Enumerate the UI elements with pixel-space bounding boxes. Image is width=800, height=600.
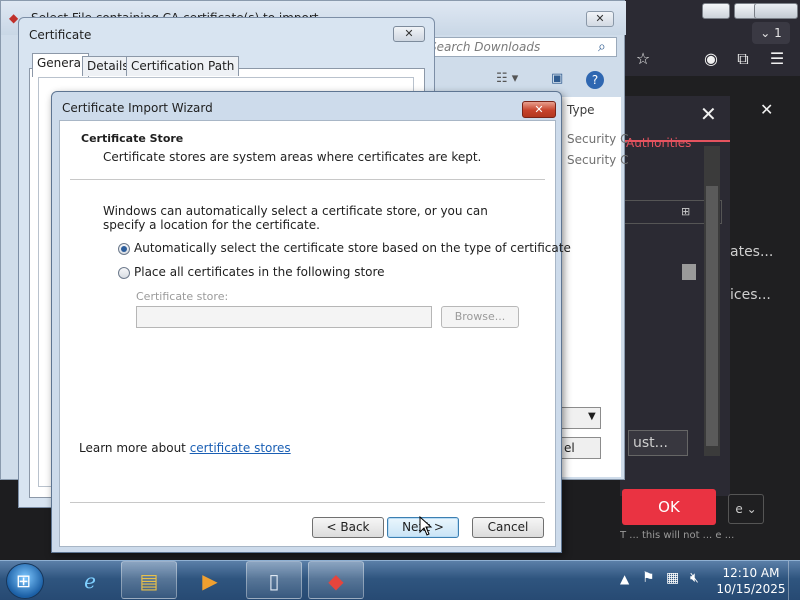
manual-store-label[interactable]: Place all certificates in the following …: [134, 265, 385, 279]
active-tab-indicator: [620, 140, 730, 142]
manual-store-radio[interactable]: [118, 267, 130, 279]
star-icon[interactable]: ☆: [632, 48, 654, 70]
system-clock[interactable]: 12:10 AM 10/15/2025: [716, 565, 786, 597]
type-column-header[interactable]: Type: [567, 103, 595, 117]
header-divider: [70, 179, 545, 180]
auto-store-label[interactable]: Automatically select the certificate sto…: [134, 241, 571, 255]
file-type-select[interactable]: ▼: [561, 407, 601, 429]
page-title: Certificate Store: [81, 132, 184, 145]
tab-count: 1: [774, 26, 782, 40]
help-icon[interactable]: ?: [586, 71, 604, 89]
learn-more-prefix: Learn more about: [79, 441, 190, 455]
search-icon[interactable]: ⌕: [598, 39, 606, 55]
preview-pane-icon[interactable]: ▣: [551, 71, 563, 86]
taskbar: [0, 560, 800, 600]
show-desktop-button[interactable]: [788, 561, 800, 600]
ok-button[interactable]: OK: [622, 489, 716, 525]
clock-date: 10/15/2025: [716, 582, 786, 596]
certificate-import-wizard: Certificate Import Wizard ✕ Certificate …: [51, 91, 571, 553]
action-center-flag-icon[interactable]: ⚑: [642, 570, 655, 586]
tab-list-button[interactable]: ⌄ 1: [752, 22, 790, 44]
close-icon[interactable]: ✕: [700, 102, 717, 126]
back-button[interactable]: < Back: [312, 517, 384, 538]
network-icon[interactable]: ▦: [666, 570, 679, 586]
instruction-text: Windows can automatically select a certi…: [103, 204, 488, 232]
footer-note: T ... this will not ... e ...: [620, 530, 735, 541]
browse-button: Browse...: [441, 306, 519, 328]
list-item[interactable]: ates...: [730, 244, 773, 260]
page-description: Certificate stores are system areas wher…: [103, 150, 482, 164]
menu-icon[interactable]: ☰: [766, 48, 788, 70]
tab-general[interactable]: General: [32, 53, 90, 77]
tab-certification-path[interactable]: Certification Path: [126, 56, 240, 76]
type-cell: Security C: [567, 153, 629, 167]
trust-button-label: ust...: [633, 435, 669, 451]
scrollbar-thumb[interactable]: [706, 186, 718, 446]
mouse-cursor-icon: [419, 516, 433, 536]
cancel-button[interactable]: Cancel: [472, 517, 544, 538]
dialog-title: Certificate: [29, 28, 92, 42]
list-scrollbar-thumb[interactable]: [682, 264, 696, 280]
type-cell: Security C: [567, 132, 629, 146]
app-icon: ◆: [9, 11, 19, 25]
close-button[interactable]: [754, 3, 798, 19]
windows-logo-icon: ⊞: [16, 571, 32, 592]
chevron-down-icon: ⌄: [760, 26, 771, 40]
view-options-icon[interactable]: ☷ ▾: [496, 71, 518, 86]
wizard-title: Certificate Import Wizard: [62, 101, 213, 115]
wizard-content: Certificate Store Certificate stores are…: [59, 120, 571, 547]
certificate-manager-dialog: ✕ Authorities ⊞ ust...: [620, 96, 730, 496]
trust-button[interactable]: ust...: [628, 430, 688, 456]
authorities-tab[interactable]: Authorities: [626, 136, 691, 150]
extensions-icon[interactable]: ⧉: [732, 48, 754, 70]
column-picker-icon[interactable]: ⊞: [681, 205, 690, 218]
close-button[interactable]: ✕: [393, 26, 425, 42]
dropdown-label: e: [735, 502, 743, 516]
browser-window: ⌄ 1 ☆ ◉ ⧉ ☰ ✕ Authorities ⊞ ust... ✕ ate…: [620, 0, 800, 560]
browser-toolbar: ⌄ 1 ☆ ◉ ⧉ ☰: [620, 0, 800, 76]
cancel-button[interactable]: el: [561, 437, 601, 459]
list-item[interactable]: ices...: [730, 287, 771, 303]
show-hidden-icons-icon[interactable]: ▲: [620, 572, 629, 586]
chevron-down-icon: ▼: [588, 411, 596, 422]
close-icon[interactable]: ✕: [760, 100, 773, 119]
search-placeholder: Search Downloads: [429, 40, 541, 54]
clock-time: 12:10 AM: [722, 566, 780, 580]
document-button[interactable]: ▯: [246, 561, 302, 599]
close-button[interactable]: ✕: [586, 11, 614, 27]
footer-divider: [70, 502, 545, 503]
minimize-button[interactable]: [702, 3, 730, 19]
store-field-label: Certificate store:: [136, 290, 229, 303]
wizard-header: Certificate Store Certificate stores are…: [60, 121, 555, 179]
account-icon[interactable]: ◉: [700, 48, 722, 70]
auto-store-radio[interactable]: [118, 243, 130, 255]
certificate-stores-link[interactable]: certificate stores: [190, 441, 291, 455]
learn-more: Learn more about certificate stores: [79, 441, 291, 455]
browser-button[interactable]: ◆: [308, 561, 364, 599]
start-button[interactable]: ⊞: [6, 563, 44, 599]
media-player-icon[interactable]: ▶: [190, 563, 230, 599]
scrollbar[interactable]: [704, 146, 720, 456]
internet-explorer-icon[interactable]: ℯ: [70, 563, 110, 599]
certificate-store-field: [136, 306, 432, 328]
file-explorer-button[interactable]: ▤: [121, 561, 177, 599]
volume-muted-icon[interactable]: 🔇︎: [690, 570, 699, 586]
dropdown-button[interactable]: e ⌄: [728, 494, 764, 524]
close-button[interactable]: ✕: [522, 101, 556, 118]
